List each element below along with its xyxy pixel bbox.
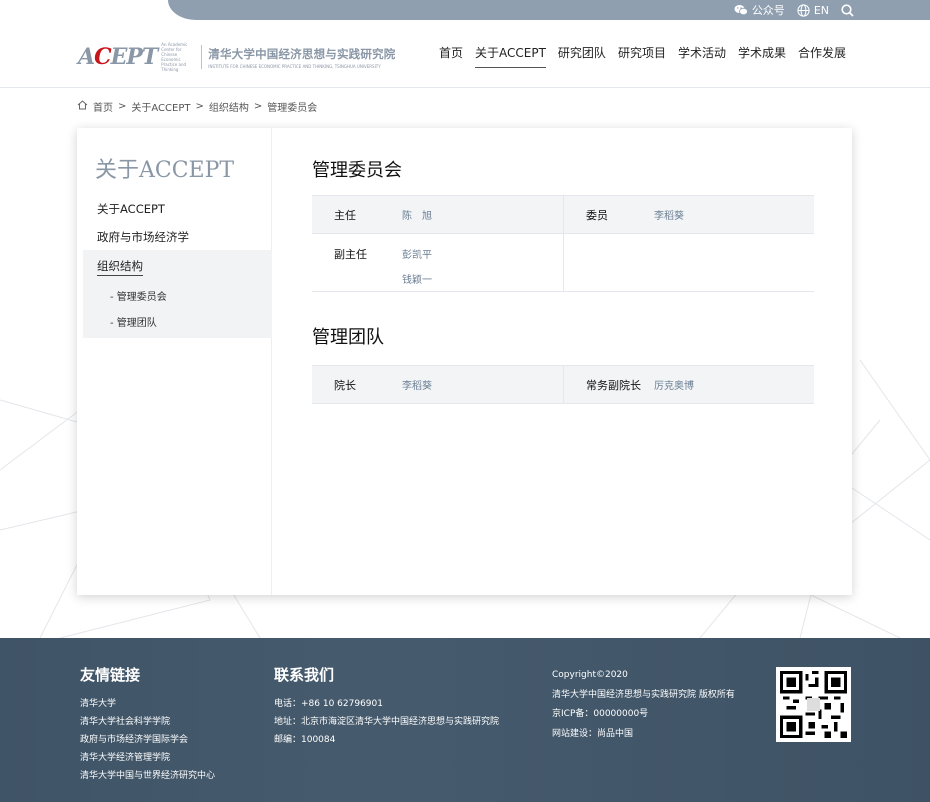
logo-tagline: An Academic Center for Chinese Economic … [161,42,188,72]
footer-links-column: 友情链接 清华大学 清华大学社会科学学院 政府与市场经济学国际学会 清华大学经济… [80,664,215,785]
footer-postcode: 邮编：100084 [274,735,336,745]
logo-mark: A C EPT [78,44,159,70]
table-cell: 副主任 彭凯平 钱颖一 [312,234,563,291]
breadcrumb-separator: > [195,101,204,112]
footer-link[interactable]: 政府与市场经济学国际学会 [80,731,215,749]
site-footer: 友情链接 清华大学 清华大学社会科学学院 政府与市场经济学国际学会 清华大学经济… [0,638,930,802]
logo-chinese-name: 清华大学中国经济思想与实践研究院 [208,46,396,61]
top-utility-bar: 公众号 EN [0,0,930,20]
table-row: 副主任 彭凯平 钱颖一 [312,234,814,292]
footer-contact-column: 联系我们 电话：+86 10 62796901 地址：北京市海淀区清华大学中国经… [274,664,499,749]
member-value: 李稻葵 [654,211,684,222]
footer-link[interactable]: 清华大学中国与世界经济研究中心 [80,767,215,785]
nav-item-team[interactable]: 研究团队 [558,44,606,68]
table-row: 主任 陈 旭 委员 李稻葵 [312,196,814,234]
nav-item-events[interactable]: 学术活动 [678,44,726,68]
footer-icp[interactable]: 京ICP备：00000000号 [552,705,735,725]
breadcrumb-home[interactable]: 首页 [93,99,113,114]
search-icon [841,3,854,17]
sidebar-title: 关于ACCEPT [95,158,235,183]
footer-builder[interactable]: 网站建设：尚品中国 [552,725,735,745]
top-utility-items: 公众号 EN [734,2,854,18]
team-table: 院长 李稻葵 常务副院长 厉克奥博 [312,365,814,404]
globe-icon [797,3,810,17]
home-icon [77,100,88,113]
site-logo[interactable]: A C EPT An Academic Center for Chinese Eco… [78,42,395,72]
breadcrumb: 首页 > 关于ACCEPT > 组织结构 > 管理委员会 [77,99,317,114]
footer-copyright: Copyright©2020 [552,670,628,680]
table-row: 院长 李稻葵 常务副院长 厉克奥博 [312,366,814,404]
chair-value: 陈 旭 [402,211,432,222]
sidebar-item-structure-label: 组织结构 [97,259,143,276]
qr-code-icon [780,671,847,738]
vice-chair-value: 钱颖一 [402,275,432,286]
logo-letter-c: C [94,44,111,70]
dean-value: 李稻葵 [402,381,432,392]
language-switch[interactable]: EN [797,4,829,17]
executive-dean-value: 厉克奥博 [654,381,694,392]
breadcrumb-separator: > [253,101,263,112]
member-label: 委员 [586,208,608,222]
nav-item-projects[interactable]: 研究项目 [618,44,666,68]
nav-item-publications[interactable]: 学术成果 [738,44,786,68]
footer-rights: 清华大学中国经济思想与实践研究院 版权所有 [552,689,735,700]
table-cell-empty [563,234,814,291]
breadcrumb-current: 管理委员会 [267,103,318,114]
table-cell: 院长 李稻葵 [312,366,563,403]
sidebar-subitem-committee[interactable]: - 管理委员会 [110,288,167,303]
wechat-icon [734,4,748,16]
sidebar: 关于ACCEPT 关于ACCEPT 政府与市场经济学 组织结构 - 管理委员会 … [77,128,272,595]
nav-item-cooperation[interactable]: 合作发展 [798,44,846,68]
footer-link[interactable]: 清华大学 [80,695,215,713]
breadcrumb-structure[interactable]: 组织结构 [209,99,249,114]
wechat-qr-code [776,667,851,742]
footer-phone: 电话：+86 10 62796901 [274,699,383,709]
committee-table: 主任 陈 旭 委员 李稻葵 副主任 彭凯平 钱颖一 [312,195,814,292]
sidebar-subitem-team[interactable]: - 管理团队 [110,314,157,329]
search-button[interactable] [841,3,854,17]
sidebar-item-government-market[interactable]: 政府与市场经济学 [97,229,189,245]
chair-label: 主任 [334,208,356,222]
footer-copyright-column: Copyright©2020 清华大学中国经济思想与实践研究院 版权所有 京IC… [552,666,735,744]
footer-links-title: 友情链接 [80,666,141,684]
footer-link[interactable]: 清华大学社会科学学院 [80,713,215,731]
sidebar-item-structure[interactable]: 组织结构 [97,258,143,276]
table-cell: 委员 李稻葵 [563,196,814,233]
vice-chair-label: 副主任 [334,248,367,261]
logo-letters-rest: EPT [110,44,159,70]
language-label: EN [813,3,829,17]
committee-title: 管理委员会 [312,160,402,181]
logo-letter-a: A [78,44,95,70]
sidebar-item-about[interactable]: 关于ACCEPT [97,201,165,217]
table-cell: 主任 陈 旭 [312,196,563,233]
wechat-link[interactable]: 公众号 [734,2,785,18]
dean-label: 院长 [334,378,356,392]
vice-chair-value: 彭凯平 [402,250,432,261]
footer-contact-title: 联系我们 [274,666,335,684]
executive-dean-label: 常务副院长 [586,378,641,392]
site-header: A C EPT An Academic Center for Chinese Eco… [0,20,930,88]
wechat-label: 公众号 [751,4,785,17]
nav-item-about[interactable]: 关于ACCEPT [475,44,546,68]
footer-address: 地址：北京市海淀区清华大学中国经济思想与实践研究院 [274,717,500,727]
footer-link[interactable]: 清华大学经济管理学院 [80,749,215,767]
logo-text-block: 清华大学中国经济思想与实践研究院 INSTITUTE FOR CHINESE E… [208,46,395,69]
main-nav: 首页 关于ACCEPT 研究团队 研究项目 学术活动 学术成果 合作发展 [439,44,846,68]
breadcrumb-separator: > [118,101,127,112]
table-cell: 常务副院长 厉克奥博 [563,366,814,403]
breadcrumb-about[interactable]: 关于ACCEPT [131,99,190,114]
content-card: 关于ACCEPT 关于ACCEPT 政府与市场经济学 组织结构 - 管理委员会 … [77,128,852,595]
logo-divider [201,45,203,69]
nav-item-home[interactable]: 首页 [439,44,463,68]
team-title: 管理团队 [312,327,384,348]
vice-chair-values: 彭凯平 钱颖一 [402,246,432,291]
logo-english-name: INSTITUTE FOR CHINESE ECONOMIC PRACTICE … [208,63,381,69]
